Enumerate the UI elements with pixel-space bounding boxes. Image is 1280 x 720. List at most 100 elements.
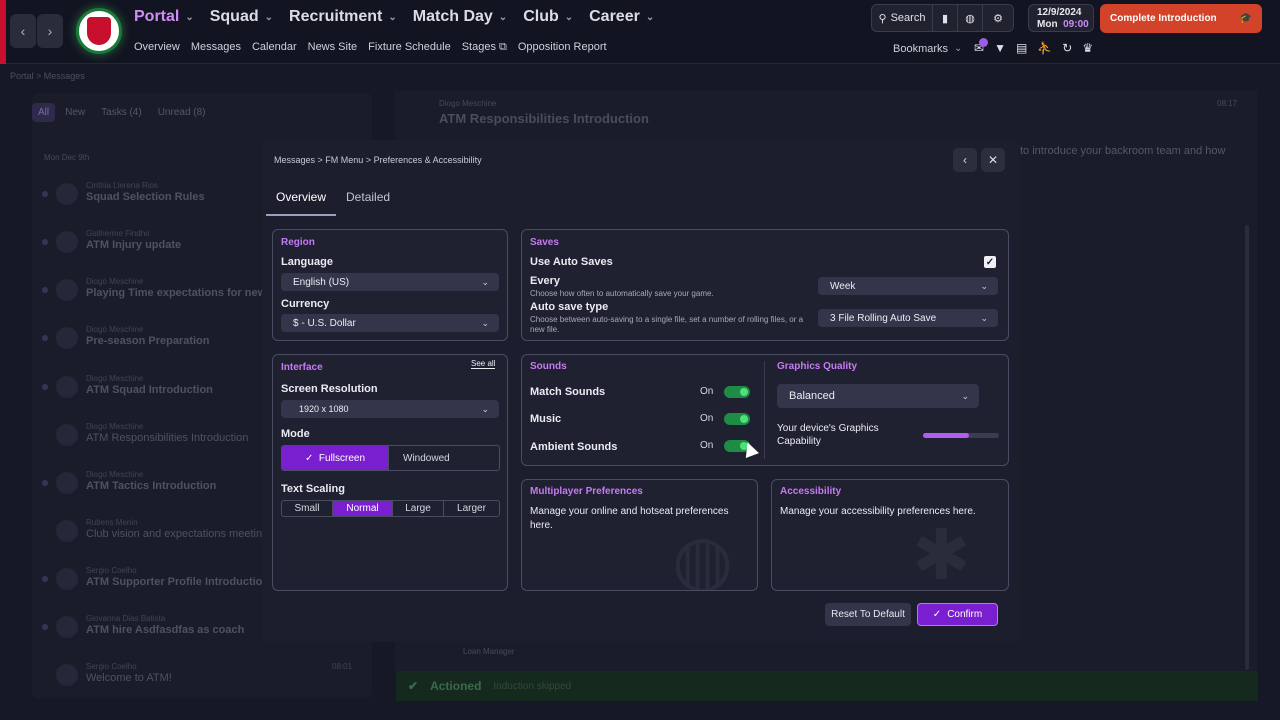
crumb-fm-menu[interactable]: FM Menu [325,155,363,165]
search-button[interactable]: ⚲ Search [871,4,933,32]
confirm-button[interactable]: ✓ Confirm [917,603,998,626]
menu-recruitment[interactable]: Recruitment ⌄ [289,8,397,26]
detail-body: to introduce your backroom team and how [1020,145,1226,157]
menu-match-day[interactable]: Match Day ⌄ [413,8,507,26]
match-sounds-toggle[interactable] [724,386,750,398]
submenu-calendar[interactable]: Calendar [252,41,297,54]
loan-manager-label: Loan Manager [463,647,515,656]
mode-windowed[interactable]: Windowed [389,446,499,470]
saves-title: Saves [530,237,559,248]
globe-icon: ◍ [672,521,734,591]
filter-tasks[interactable]: Tasks (4) [95,103,148,122]
sounds-graphics-card: Sounds Match Sounds On Music On Ambient … [521,354,1009,466]
detail-time: 08:17 [1217,99,1238,108]
submenu-opposition-report[interactable]: Opposition Report [518,41,607,54]
people-icon[interactable]: ⛹ [1037,41,1052,55]
music-label: Music [530,413,562,425]
multiplayer-card[interactable]: Multiplayer Preferences Manage your onli… [521,479,758,591]
toolbar-icons: ✉ ▼ ▤ ⛹ ↻ ♛ [974,41,1093,55]
interface-title: Interface [281,362,323,373]
club-color-strip [0,0,6,64]
accessibility-card[interactable]: Accessibility Manage your accessibility … [771,479,1009,591]
match-sounds-state: On [700,386,714,397]
region-title: Region [281,237,315,248]
scaling-small[interactable]: Small [282,501,333,516]
shirt-icon[interactable]: ▼ [994,41,1006,55]
chevron-left-icon[interactable]: ‹ [953,148,977,172]
menu-portal[interactable]: Portal ⌄ [134,8,194,26]
bookmarks-dropdown[interactable]: Bookmarks ⌄ [893,43,962,55]
reset-to-default-button[interactable]: Reset To Default [825,603,911,626]
tab-overview[interactable]: Overview [266,184,337,216]
preferences-modal: Messages > FM Menu > Preferences & Acces… [262,140,1019,642]
globe-icon[interactable]: ◍ [957,4,983,32]
graphics-capability-bar [923,433,999,438]
accessibility-title: Accessibility [780,486,842,497]
bookmark-icon[interactable]: ▮ [932,4,958,32]
saves-card: Saves Use Auto Saves ✓ Every Choose how … [521,229,1009,341]
ambient-sounds-state: On [700,440,714,451]
close-icon[interactable]: ✕ [981,148,1005,172]
refresh-icon[interactable]: ↻ [1062,41,1072,55]
auto-saves-checkbox[interactable]: ✓ [984,256,996,268]
music-toggle[interactable] [724,413,750,425]
tab-bar: Overview Detailed [266,184,400,216]
back-button[interactable]: ‹ [10,14,36,48]
clipboard-icon[interactable]: ▤ [1016,41,1027,55]
submenu-fixture-schedule[interactable]: Fixture Schedule [368,41,451,54]
every-hint: Choose how often to automatically save y… [530,289,714,298]
submenu-news-site[interactable]: News Site [308,41,358,54]
menu-squad[interactable]: Squad ⌄ [210,8,273,26]
resolution-label: Screen Resolution [281,383,378,395]
ambient-sounds-label: Ambient Sounds [530,441,618,453]
trophy-icon[interactable]: ♛ [1082,41,1093,55]
submenu-stages[interactable]: Stages ⧉ [462,41,507,54]
filter-unread[interactable]: Unread (8) [152,103,212,122]
gear-icon[interactable]: ⚙ [982,4,1014,32]
filter-new[interactable]: New [59,103,91,122]
menu-career[interactable]: Career ⌄ [589,8,654,26]
graphics-capability-label: Your device's Graphics Capability [777,423,879,447]
check-circle-icon: ✔ [408,679,419,693]
language-select[interactable]: English (US) ⌄ [281,273,499,291]
scaling-larger[interactable]: Larger [444,501,499,516]
currency-select[interactable]: $ - U.S. Dollar ⌄ [281,314,499,332]
music-state: On [700,413,714,424]
list-date-header: Mon Dec 9th [44,153,90,162]
forward-button[interactable]: › [37,14,63,48]
every-select[interactable]: Week ⌄ [818,277,998,295]
mode-toggle: ✓ Fullscreen Windowed [281,445,500,471]
chevron-down-icon: ⌄ [481,276,489,287]
tab-detailed[interactable]: Detailed [336,184,400,216]
filter-all[interactable]: All [32,103,56,122]
complete-introduction-button[interactable]: Complete Introduction 🎓 [1100,4,1262,33]
multiplayer-title: Multiplayer Preferences [530,486,643,497]
auto-save-type-hint: Choose between auto-saving to a single f… [530,315,804,334]
submenu-overview[interactable]: Overview [134,41,180,54]
resolution-select[interactable]: 1920 x 1080 ⌄ [281,400,499,418]
match-sounds-label: Match Sounds [530,386,606,398]
scaling-normal[interactable]: Normal [333,501,393,516]
game-date[interactable]: 12/9/2024 Mon 09:00 [1028,4,1094,32]
scrollbar[interactable] [1245,225,1249,670]
club-crest-icon[interactable] [76,8,122,54]
menu-club[interactable]: Club ⌄ [523,8,573,26]
submenu-messages[interactable]: Messages [191,41,241,54]
scaling-large[interactable]: Large [393,501,444,516]
check-icon: ✓ [932,609,942,620]
sub-menu: Overview Messages Calendar News Site Fix… [134,41,607,54]
region-card: Region Language English (US) ⌄ Currency $… [272,229,508,341]
date-text: 12/9/2024 [1037,7,1082,18]
see-all-link[interactable]: See all [471,359,496,369]
interface-card: Interface See all Screen Resolution 1920… [272,354,508,591]
crumb-preferences: Preferences & Accessibility [373,155,482,165]
graduation-cap-icon: 🎓 [1239,13,1252,24]
actioned-label: Actioned [430,679,482,693]
graphics-quality-select[interactable]: Balanced ⌄ [777,384,979,408]
auto-save-type-select[interactable]: 3 File Rolling Auto Save ⌄ [818,309,998,327]
check-icon: ✓ [304,452,314,464]
every-label: Every [530,275,560,287]
mode-fullscreen[interactable]: ✓ Fullscreen [282,446,389,470]
crumb-messages[interactable]: Messages [274,155,315,165]
chevron-down-icon: ⌄ [980,312,988,323]
